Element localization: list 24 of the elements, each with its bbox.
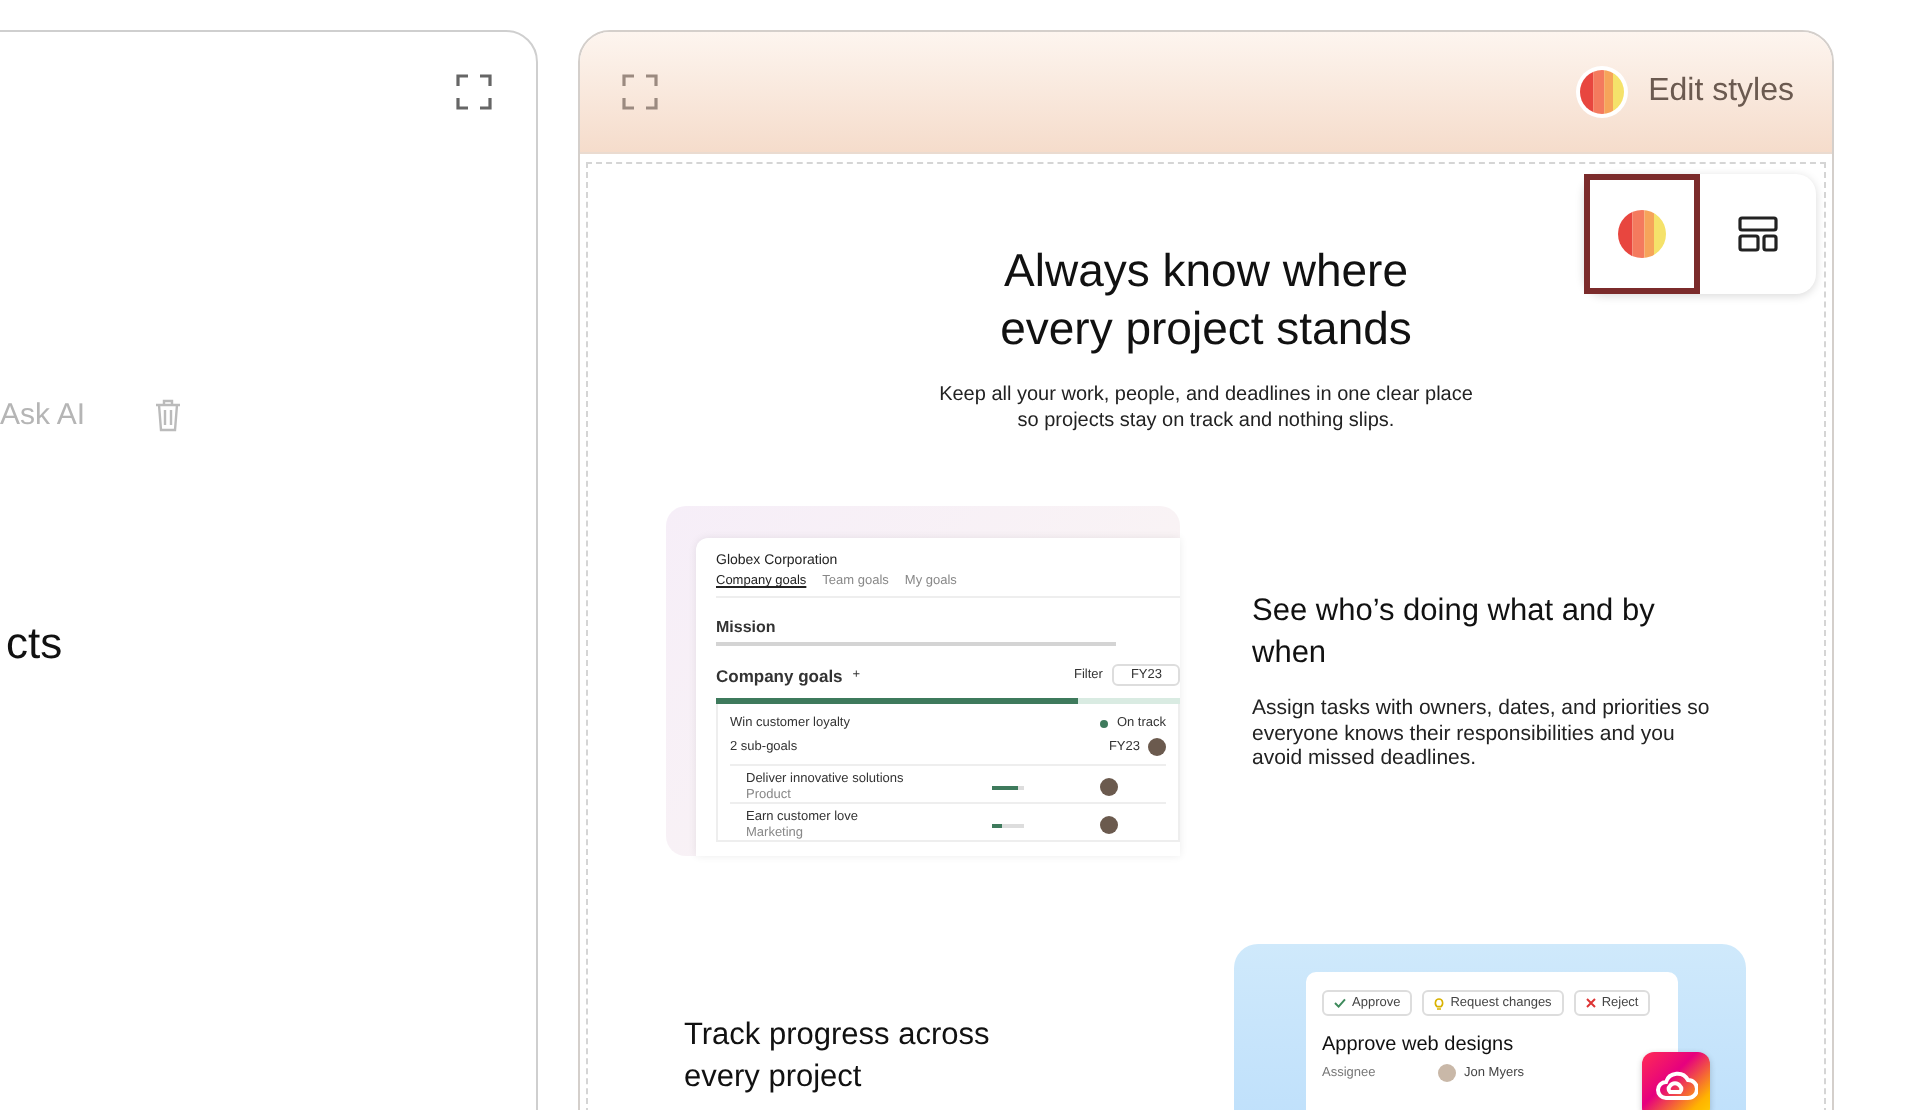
palette-icon [1580,70,1625,114]
style-palette-button[interactable] [1584,174,1700,294]
avatar-circle [1100,816,1118,834]
palette-icon [1618,210,1666,258]
feature-title: Track progress across every project [684,1016,992,1098]
feature-title: See who’s doing what and by when [1252,592,1657,675]
check-icon [1334,998,1346,1008]
hero-title: Always know where every project stands [998,242,1414,358]
avatar-circle [1148,738,1166,756]
avatar-circle [1438,1064,1456,1082]
task-title: Approve web designs [1322,1034,1516,1056]
layout-icon [1738,216,1778,252]
expand-icon[interactable] [456,74,492,110]
expand-icon[interactable] [622,74,658,110]
status-dot [1100,719,1109,727]
lightbulb-icon [1434,997,1445,1009]
goals-heading: Company goals [716,665,843,685]
feature-description: Assign tasks with owners, dates, and priorities so everyone knows their responsibilities and you avoid missed deadlines. [1252,696,1712,772]
mission-heading: Mission [716,618,778,636]
hero-subtitle: Keep all your work, people, and deadlines in one clear place so projects stay on track and nothing slips. [937,382,1475,434]
x-icon [1585,998,1596,1008]
heading-text: cts [4,618,65,670]
edit-styles-button[interactable]: Edit styles [1576,66,1794,118]
avatar-circle [1100,778,1118,796]
